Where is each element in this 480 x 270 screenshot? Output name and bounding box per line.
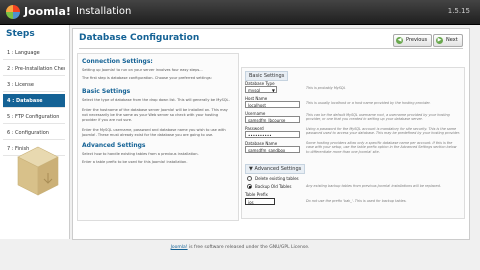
basic-settings-heading: Basic Settings <box>82 88 131 95</box>
db-type-hint: This is probably MySQL <box>306 86 346 90</box>
chevron-down-icon: ▼ <box>271 88 275 93</box>
footer-license-text: is free software released under the GNU/… <box>187 245 310 250</box>
backup-tables-radio[interactable] <box>247 184 252 189</box>
username-hint: This can be the default MySQL username r… <box>306 113 450 122</box>
basic-text-2: Enter the hostname of the database serve… <box>82 108 228 122</box>
delete-tables-label: Delete existing tables <box>255 176 299 181</box>
next-label: Next <box>446 37 458 43</box>
joomla-link[interactable]: Joomla! <box>171 245 188 250</box>
settings-form: Basic Settings Database Type mysql ▼ Thi… <box>241 67 465 219</box>
main-title: Database Configuration <box>79 33 200 43</box>
table-prefix-label: Table Prefix <box>245 192 268 197</box>
database-name-input[interactable]: samsdfm_sandbox <box>245 146 300 153</box>
advanced-settings-heading: Advanced Settings <box>82 142 146 149</box>
steps-title: Steps <box>6 29 35 39</box>
table-prefix-input[interactable]: jos_ <box>245 198 275 205</box>
backup-tables-label: Backup Old Tables <box>255 184 292 189</box>
arrow-left-icon: ◀ <box>396 37 403 44</box>
version-label: 1.5.15 <box>447 7 470 15</box>
database-name-hint: Some hosting providers allow only a spec… <box>306 141 457 154</box>
db-type-value: mysql <box>248 88 260 93</box>
password-hint: Using a password for the MySQL account i… <box>306 127 460 136</box>
delete-tables-radio[interactable] <box>247 176 252 181</box>
package-box-icon <box>17 146 59 196</box>
header-divider <box>79 48 463 49</box>
step-configuration[interactable]: 6 : Configuration <box>3 126 65 140</box>
step-license[interactable]: 3 : License <box>3 78 65 92</box>
username-input[interactable]: samsdfm_lbcourse <box>245 116 300 123</box>
footer: Joomla! is free software released under … <box>0 241 480 270</box>
arrow-right-icon: ▶ <box>436 37 443 44</box>
top-bar: Joomla! Installation 1.5.15 <box>0 0 480 25</box>
table-prefix-hint: Do not use the prefix 'bak_'. This is us… <box>306 199 407 203</box>
step-language[interactable]: 1 : Language <box>3 46 65 60</box>
connection-text: Setting up Joomla! to run on your server… <box>82 68 203 72</box>
basic-text-1: Select the type of database from the dro… <box>82 98 230 102</box>
page-title: Installation <box>76 6 132 17</box>
next-button[interactable]: ▶ Next <box>433 34 463 47</box>
basic-settings-legend: Basic Settings <box>245 71 289 81</box>
joomla-logo-icon <box>6 5 20 19</box>
previous-label: Previous <box>406 37 428 43</box>
backup-hint: Any existing backup tables from previous… <box>306 184 441 188</box>
previous-button[interactable]: ◀ Previous <box>393 34 433 47</box>
host-input[interactable]: localhost <box>245 101 300 108</box>
instructions-column: Connection Settings: Setting up Joomla! … <box>77 53 239 221</box>
advanced-settings-toggle[interactable]: ▼ Advanced Settings <box>245 164 306 174</box>
step-pre-installation-check[interactable]: 2 : Pre-Installation Check <box>3 62 65 76</box>
db-type-select[interactable]: mysql ▼ <box>245 86 277 93</box>
password-input[interactable]: •••••••••• <box>245 131 300 138</box>
main-panel: Database Configuration ◀ Previous ▶ Next… <box>72 28 470 240</box>
step-ftp-configuration[interactable]: 5 : FTP Configuration <box>3 110 65 124</box>
logo-text: Joomla! <box>24 5 71 18</box>
footer-text: Joomla! is free software released under … <box>0 245 480 250</box>
advanced-text-2: Enter a table prefix to be used for this… <box>82 160 188 164</box>
advanced-text-1: Select how to handle existing tables fro… <box>82 152 199 156</box>
step-database[interactable]: 4 : Database <box>3 94 65 108</box>
steps-sidebar: Steps 1 : Language 2 : Pre-Installation … <box>0 25 70 239</box>
connection-settings-heading: Connection Settings: <box>82 58 153 65</box>
connection-text-2: The first step is database configuration… <box>82 76 212 80</box>
host-hint: This is usually localhost or a host name… <box>306 101 431 105</box>
advanced-settings-legend: Advanced Settings <box>254 166 302 172</box>
basic-text-3: Enter the MySQL username, password and d… <box>82 128 226 137</box>
